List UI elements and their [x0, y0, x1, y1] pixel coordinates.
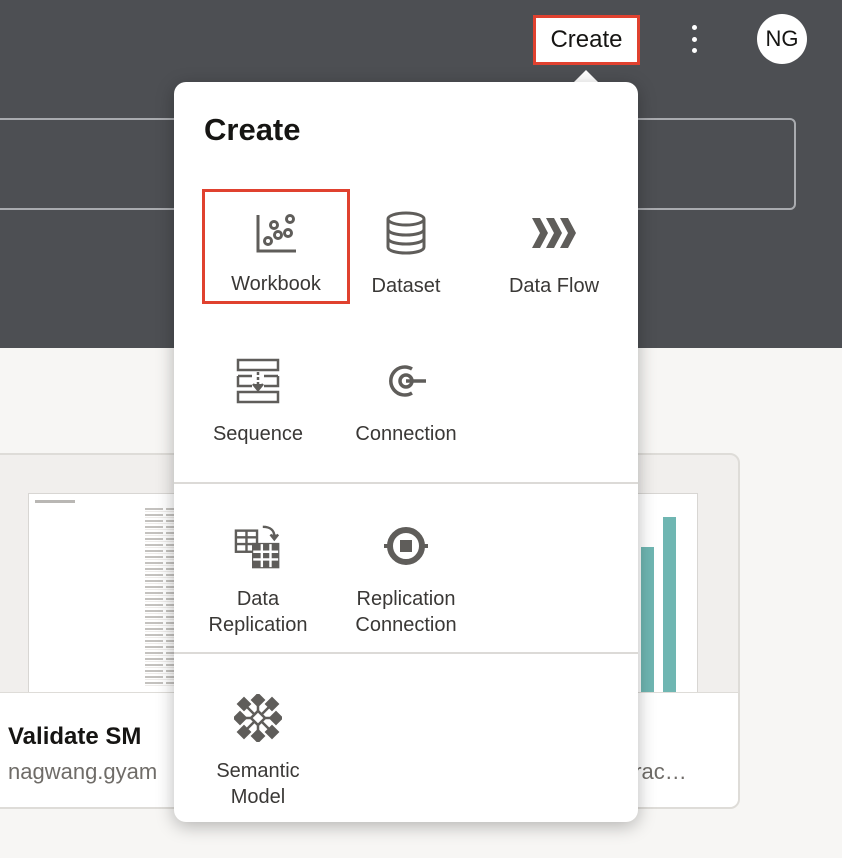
create-menu-title: Create — [204, 112, 301, 147]
menu-item-sequence[interactable]: Sequence — [184, 357, 332, 447]
sequence-icon — [234, 357, 282, 405]
menu-item-dataset[interactable]: Dataset — [332, 209, 480, 299]
card-owner: nagwang.gyam — [8, 759, 158, 784]
workbook-scatter-icon — [252, 209, 300, 257]
more-vertical-icon[interactable] — [682, 22, 706, 56]
connection-icon — [382, 357, 430, 405]
menu-item-label: Semantic Model — [216, 760, 300, 808]
section-divider — [174, 482, 638, 484]
section-divider — [174, 652, 638, 654]
semantic-model-icon — [234, 694, 282, 742]
avatar[interactable]: NG — [757, 14, 807, 64]
database-icon — [382, 209, 430, 257]
data-replication-icon — [234, 522, 282, 570]
create-button[interactable]: Create — [533, 15, 640, 65]
chart-thumbnail — [632, 493, 698, 693]
menu-item-replication-connection[interactable]: Replication Connection — [332, 522, 480, 638]
card-title: Validate SM — [8, 723, 142, 750]
menu-item-label: Replication Connection — [355, 588, 457, 636]
chevrons-right-icon — [530, 209, 578, 257]
menu-item-connection[interactable]: Connection — [332, 357, 480, 447]
menu-item-data-flow[interactable]: Data Flow — [480, 209, 628, 299]
menu-item-semantic-model[interactable]: Semantic Model — [184, 694, 332, 810]
menu-item-workbook[interactable]: Workbook — [202, 189, 350, 304]
menu-item-label: Dataset — [371, 275, 441, 297]
menu-item-label: Connection — [355, 423, 457, 445]
menu-item-label: Data Flow — [508, 275, 600, 297]
menu-item-label: Sequence — [212, 423, 304, 445]
replication-connection-icon — [382, 522, 430, 570]
menu-item-label: Workbook — [231, 273, 321, 295]
menu-item-label: Data Replication — [208, 588, 308, 636]
menu-item-data-replication[interactable]: Data Replication — [184, 522, 332, 638]
create-menu: Create Workbook Dataset Data Flow Sequen… — [174, 82, 638, 822]
